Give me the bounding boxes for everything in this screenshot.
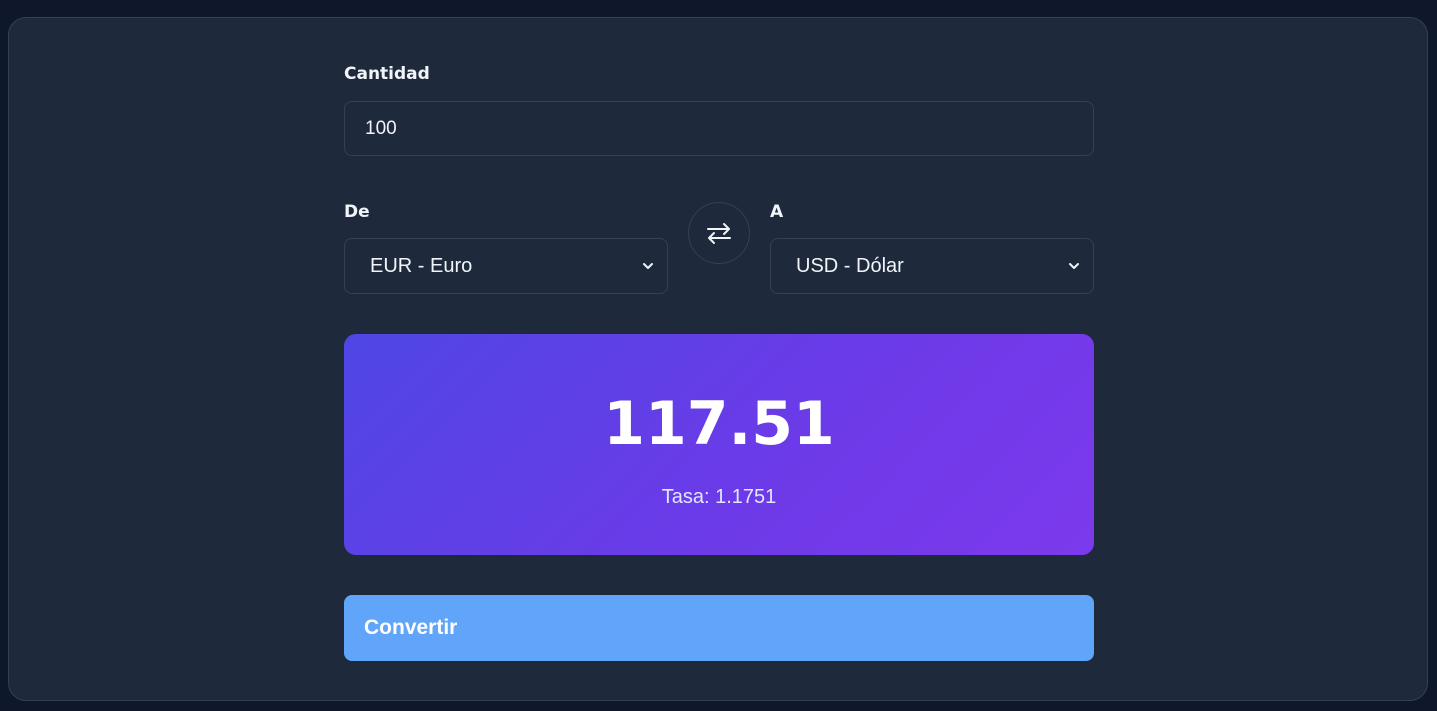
to-currency-select[interactable]: USD - Dólar (770, 238, 1094, 294)
to-label: A (770, 202, 784, 222)
swap-button[interactable] (688, 202, 750, 264)
swap-arrows-icon (707, 223, 731, 244)
chevron-down-icon (1069, 263, 1079, 269)
from-currency-value: EUR - Euro (370, 254, 473, 277)
from-label: De (344, 202, 370, 222)
result-panel: 117.51 Tasa: 1.1751 (344, 334, 1094, 555)
amount-label: Cantidad (344, 64, 430, 84)
converter-card: Cantidad De EUR - Euro A USD - Dólar 117… (8, 17, 1428, 701)
converted-amount: 117.51 (603, 389, 835, 459)
convert-button[interactable]: Convertir (344, 595, 1094, 661)
chevron-down-icon (643, 263, 653, 269)
from-currency-select[interactable]: EUR - Euro (344, 238, 668, 294)
amount-input[interactable] (344, 101, 1094, 156)
to-currency-value: USD - Dólar (796, 254, 904, 277)
exchange-rate: Tasa: 1.1751 (661, 486, 777, 508)
